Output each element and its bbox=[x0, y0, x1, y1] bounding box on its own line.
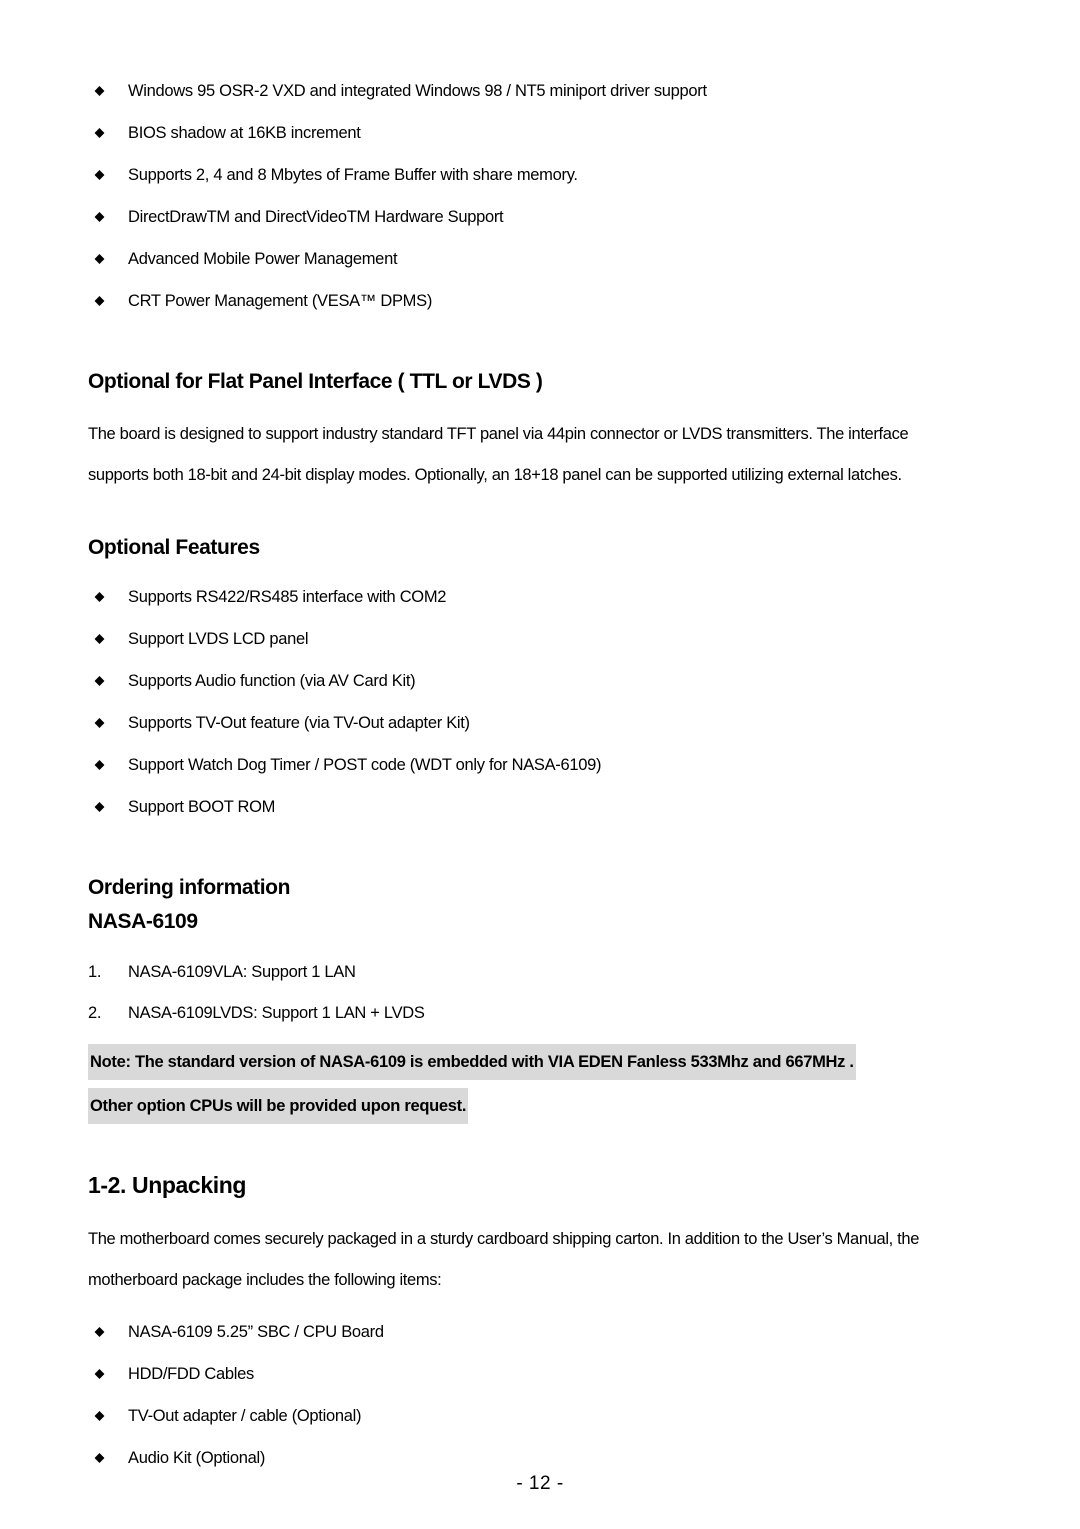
document-page: Windows 95 OSR-2 VXD and integrated Wind… bbox=[0, 0, 1080, 1529]
unpacking-paragraph-line2: motherboard package includes the followi… bbox=[88, 1271, 442, 1289]
list-item-label: Supports 2, 4 and 8 Mbytes of Frame Buff… bbox=[128, 166, 578, 184]
diamond-bullet-icon bbox=[94, 592, 105, 602]
diamond-bullet-icon bbox=[94, 634, 105, 644]
list-item-label: NASA-6109VLA: Support 1 LAN bbox=[128, 963, 356, 981]
diamond-bullet-icon bbox=[94, 676, 105, 686]
optional-features-list: Supports RS422/RS485 interface with COM2… bbox=[88, 576, 992, 828]
list-item-label: DirectDrawTM and DirectVideoTM Hardware … bbox=[128, 208, 504, 226]
list-item-label: Support BOOT ROM bbox=[128, 798, 276, 816]
heading-optional-features: Optional Features bbox=[88, 536, 260, 559]
list-item-label: CRT Power Management (VESA™ DPMS) bbox=[128, 292, 433, 310]
diamond-bullet-icon bbox=[94, 212, 105, 222]
list-item: CRT Power Management (VESA™ DPMS) bbox=[88, 280, 992, 322]
list-item: 1. NASA-6109VLA: Support 1 LAN bbox=[88, 952, 992, 993]
list-item: Support BOOT ROM bbox=[88, 786, 992, 828]
list-item-label: Advanced Mobile Power Management bbox=[128, 250, 398, 268]
diamond-bullet-icon bbox=[94, 86, 105, 96]
heading-ordering-model: NASA-6109 bbox=[88, 910, 198, 933]
list-item: Supports TV-Out feature (via TV-Out adap… bbox=[88, 702, 992, 744]
list-item: Support LVDS LCD panel bbox=[88, 618, 992, 660]
page-number: - 12 - bbox=[516, 1473, 564, 1494]
list-item-label: Supports Audio function (via AV Card Kit… bbox=[128, 672, 416, 690]
list-item-number: 2. bbox=[88, 1004, 102, 1022]
diamond-bullet-icon bbox=[94, 254, 105, 264]
list-item-label: NASA-6109LVDS: Support 1 LAN + LVDS bbox=[128, 1004, 425, 1022]
heading-unpacking: 1-2. Unpacking bbox=[88, 1172, 246, 1198]
heading-flat-panel: Optional for Flat Panel Interface ( TTL … bbox=[88, 370, 543, 393]
list-item: BIOS shadow at 16KB increment bbox=[88, 112, 992, 154]
list-item: DirectDrawTM and DirectVideoTM Hardware … bbox=[88, 196, 992, 238]
list-item: Supports RS422/RS485 interface with COM2 bbox=[88, 576, 992, 618]
diamond-bullet-icon bbox=[94, 1369, 105, 1379]
note-block: Note: The standard version of NASA-6109 … bbox=[88, 1044, 992, 1124]
diamond-bullet-icon bbox=[94, 802, 105, 812]
heading-ordering-information: Ordering information bbox=[88, 876, 291, 899]
list-item-label: TV-Out adapter / cable (Optional) bbox=[128, 1407, 362, 1425]
diamond-bullet-icon bbox=[94, 1453, 105, 1463]
list-item: Supports 2, 4 and 8 Mbytes of Frame Buff… bbox=[88, 154, 992, 196]
list-item: 2. NASA-6109LVDS: Support 1 LAN + LVDS bbox=[88, 993, 992, 1034]
diamond-bullet-icon bbox=[94, 128, 105, 138]
diamond-bullet-icon bbox=[94, 170, 105, 180]
list-item-label: Windows 95 OSR-2 VXD and integrated Wind… bbox=[128, 82, 707, 100]
list-item-label: Supports RS422/RS485 interface with COM2 bbox=[128, 588, 447, 606]
diamond-bullet-icon bbox=[94, 1327, 105, 1337]
diamond-bullet-icon bbox=[94, 1411, 105, 1421]
list-item-label: Supports TV-Out feature (via TV-Out adap… bbox=[128, 714, 470, 732]
list-item-number: 1. bbox=[88, 963, 102, 981]
diamond-bullet-icon bbox=[94, 760, 105, 770]
unpacking-paragraph-line1: The motherboard comes securely packaged … bbox=[88, 1230, 920, 1248]
list-item: Advanced Mobile Power Management bbox=[88, 238, 992, 280]
list-item-label: Support LVDS LCD panel bbox=[128, 630, 309, 648]
list-item: Support Watch Dog Timer / POST code (WDT… bbox=[88, 744, 992, 786]
diamond-bullet-icon bbox=[94, 296, 105, 306]
flat-panel-paragraph-line2: supports both 18-bit and 24-bit display … bbox=[88, 466, 902, 484]
list-item-label: NASA-6109 5.25” SBC / CPU Board bbox=[128, 1323, 384, 1341]
list-item: Supports Audio function (via AV Card Kit… bbox=[88, 660, 992, 702]
ordering-list: 1. NASA-6109VLA: Support 1 LAN 2. NASA-610… bbox=[88, 952, 992, 1034]
list-item-label: HDD/FDD Cables bbox=[128, 1365, 254, 1383]
list-item: Windows 95 OSR-2 VXD and integrated Wind… bbox=[88, 70, 992, 112]
list-item-label: BIOS shadow at 16KB increment bbox=[128, 124, 361, 142]
unpacking-list: NASA-6109 5.25” SBC / CPU Board HDD/FDD … bbox=[88, 1311, 992, 1479]
list-item-label: Support Watch Dog Timer / POST code (WDT… bbox=[128, 756, 602, 774]
note-line-2: Other option CPUs will be provided upon … bbox=[88, 1088, 469, 1124]
list-item: NASA-6109 5.25” SBC / CPU Board bbox=[88, 1311, 992, 1353]
diamond-bullet-icon bbox=[94, 718, 105, 728]
list-item: HDD/FDD Cables bbox=[88, 1353, 992, 1395]
list-item: TV-Out adapter / cable (Optional) bbox=[88, 1395, 992, 1437]
note-line-1: Note: The standard version of NASA-6109 … bbox=[88, 1044, 856, 1080]
flat-panel-paragraph-line1: The board is designed to support industr… bbox=[88, 425, 909, 443]
top-feature-list: Windows 95 OSR-2 VXD and integrated Wind… bbox=[88, 70, 992, 322]
list-item-label: Audio Kit (Optional) bbox=[128, 1449, 266, 1467]
